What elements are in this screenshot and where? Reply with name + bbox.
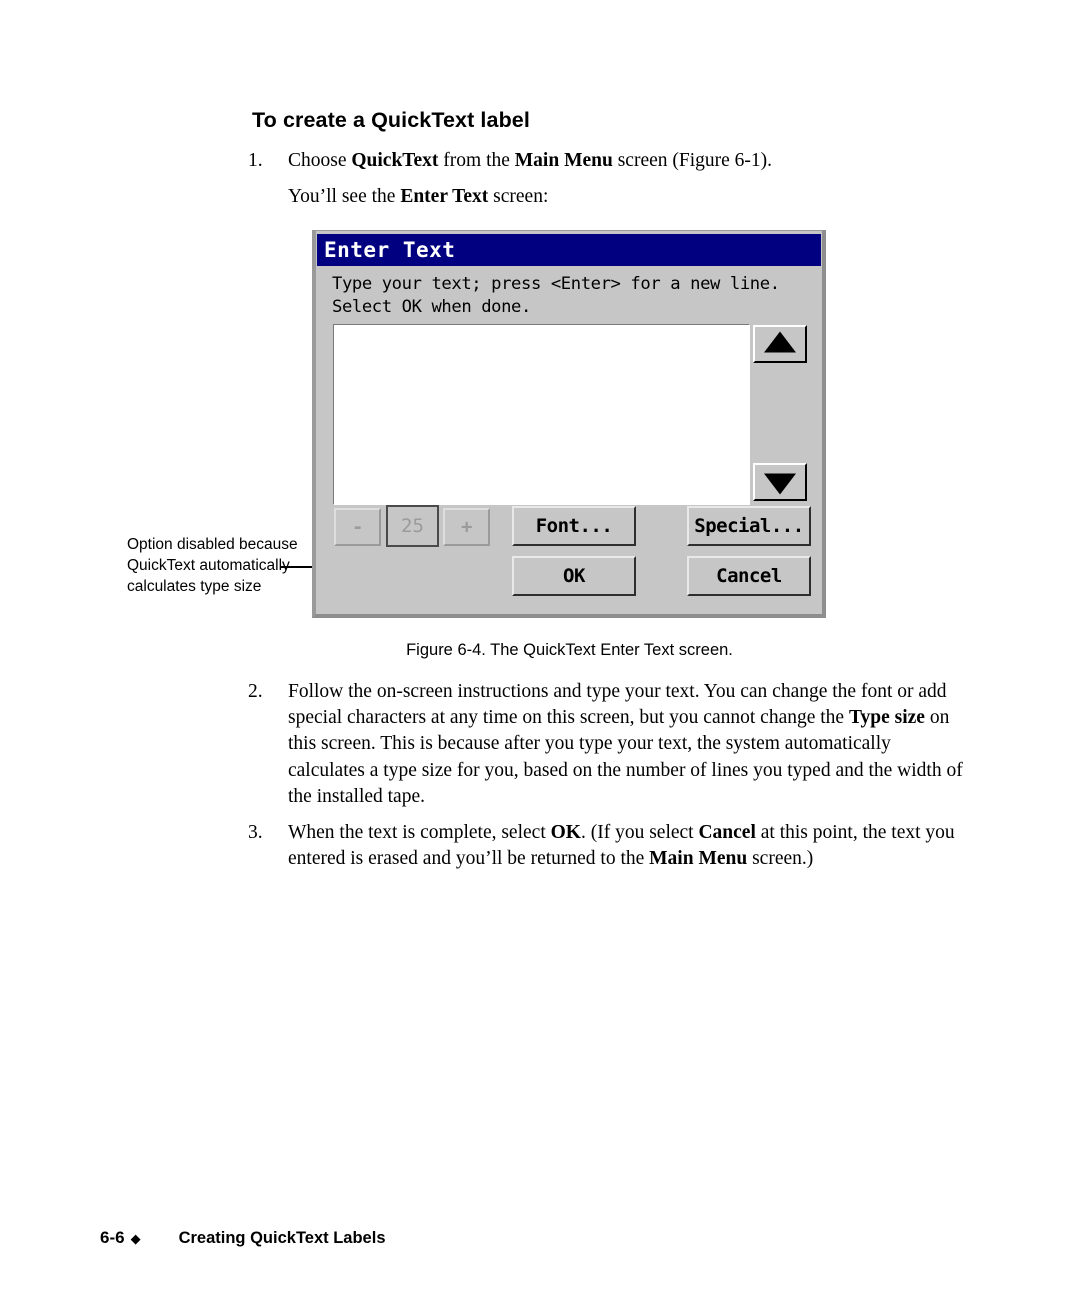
triangle-down-icon[interactable] — [753, 463, 807, 501]
cancel-button[interactable]: Cancel — [687, 556, 811, 596]
dialog-instructions: Type your text; press <Enter> for a new … — [332, 274, 780, 317]
step-number: 3. — [248, 822, 263, 843]
page-title: To create a QuickText label — [252, 108, 530, 132]
footer-page-number: 6-6 — [100, 1228, 125, 1247]
text-input-area[interactable] — [333, 324, 750, 505]
font-button[interactable]: Font... — [512, 506, 636, 546]
step-text: Follow the on-screen instructions and ty… — [288, 681, 963, 807]
dialog-titlebar: Enter Text — [317, 234, 821, 266]
triangle-up-icon[interactable] — [753, 325, 807, 363]
step-text: When the text is complete, select OK. (I… — [288, 822, 955, 870]
dialog-title: Enter Text — [324, 238, 456, 262]
step-item-3: 3. When the text is complete, select OK.… — [248, 820, 972, 872]
step-text: Choose QuickText from the Main Menu scre… — [288, 150, 773, 171]
dialog-body: Enter Text Type your text; press <Enter>… — [316, 231, 822, 614]
step-number: 1. — [248, 150, 263, 171]
ok-button[interactable]: OK — [512, 556, 636, 596]
figure-caption: Figure 6-4. The QuickText Enter Text scr… — [406, 641, 733, 659]
step-item-2: 2. Follow the on-screen instructions and… — [248, 679, 972, 810]
special-characters-button[interactable]: Special... — [687, 506, 811, 546]
diamond-icon: ◆ — [130, 1231, 141, 1246]
enter-text-dialog: Enter Text Type your text; press <Enter>… — [312, 230, 826, 618]
increase-type-size-button[interactable]: + — [443, 508, 490, 546]
callout-annotation-text: Option disabled because QuickText automa… — [127, 536, 298, 595]
step-item-1-continuation: You’ll see the Enter Text screen: — [288, 184, 988, 210]
step-item-1: 1. Choose QuickText from the Main Menu s… — [248, 148, 968, 174]
page-footer: 6-6 ◆ Creating QuickText Labels — [100, 1228, 386, 1248]
step-number: 2. — [248, 681, 263, 702]
type-size-field[interactable]: 25 — [386, 505, 439, 547]
decrease-type-size-button[interactable]: - — [334, 508, 381, 546]
footer-section-title: Creating QuickText Labels — [178, 1229, 386, 1247]
step-continuation-text: You’ll see the Enter Text screen: — [288, 186, 549, 207]
